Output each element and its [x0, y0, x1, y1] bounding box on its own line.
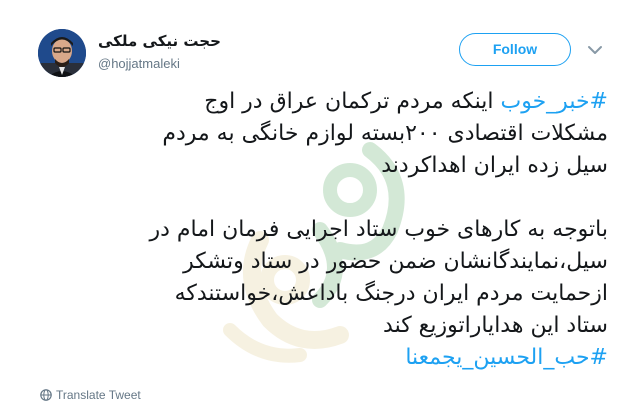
avatar[interactable]	[38, 29, 86, 77]
chevron-down-icon[interactable]	[584, 39, 606, 61]
tweet-line: ازحمایت مردم ایران درجنگ باداعش،خواستندک…	[174, 281, 608, 306]
author-handle[interactable]: @hojjatmaleki	[98, 56, 180, 71]
tweet-line: مشکلات اقتصادی ۲۰۰بسته لوازم خانگی به مر…	[162, 121, 608, 146]
author-name[interactable]: حجت نیکی ملکی	[98, 32, 221, 50]
tweet-line: سیل،نمایندگانشان ضمن حضور در ستاد وتشکر	[183, 249, 608, 274]
avatar-photo	[38, 29, 86, 77]
follow-button[interactable]: Follow	[459, 33, 571, 66]
tweet-line: #خبر_خوب اینکه مردم ترکمان عراق در اوج	[48, 86, 608, 118]
tweet-line: ستاد این هدایاراتوزیع کند	[383, 313, 608, 338]
tweet-line: #حب_الحسین_یجمعنا	[48, 342, 608, 374]
translate-tweet-link[interactable]: Translate Tweet	[40, 388, 141, 402]
tweet-line: باتوجه به کارهای خوب ستاد اجرایی فرمان ا…	[149, 217, 608, 242]
translate-label: Translate Tweet	[56, 388, 141, 402]
tweet-card: حجت نیکی ملکی @hojjatmaleki Follow #خبر_…	[0, 0, 639, 413]
tweet-text-segment: اینکه مردم ترکمان عراق در اوج	[204, 89, 501, 114]
tweet-text: #خبر_خوب اینکه مردم ترکمان عراق در اوج م…	[48, 86, 608, 374]
globe-icon	[40, 389, 52, 401]
hashtag-link[interactable]: #حب_الحسین_یجمعنا	[405, 345, 608, 370]
hashtag-link[interactable]: #خبر_خوب	[501, 89, 609, 114]
tweet-line: سیل زده ایران اهداکردند	[381, 153, 608, 178]
